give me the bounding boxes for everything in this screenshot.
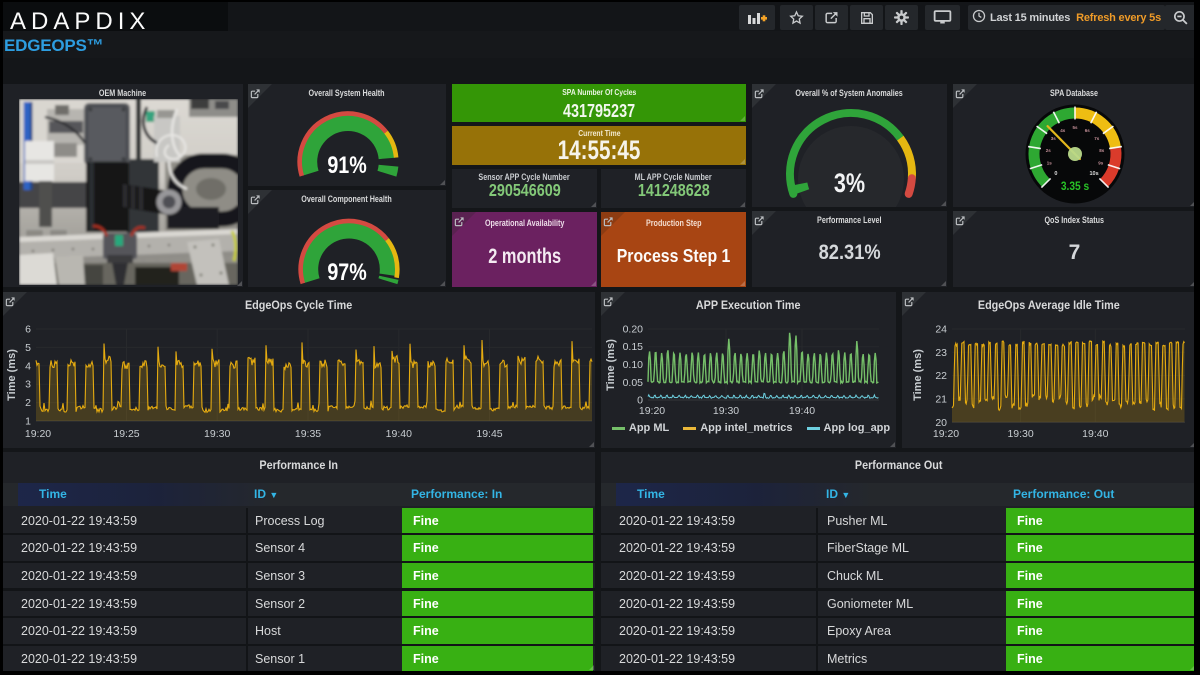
- svg-text:5: 5: [25, 342, 31, 354]
- svg-text:19:20: 19:20: [25, 428, 51, 440]
- svg-text:20: 20: [935, 417, 947, 429]
- svg-text:4: 4: [25, 360, 31, 372]
- svg-text:3s: 3s: [1051, 136, 1057, 141]
- svg-text:8s: 8s: [1099, 148, 1105, 153]
- svg-text:19:30: 19:30: [204, 428, 230, 440]
- svg-text:0.05: 0.05: [623, 377, 644, 389]
- svg-text:1s: 1s: [1047, 160, 1053, 165]
- svg-text:22: 22: [935, 370, 947, 382]
- svg-text:21: 21: [935, 393, 947, 405]
- svg-text:0.10: 0.10: [623, 359, 644, 371]
- svg-text:19:20: 19:20: [639, 405, 665, 417]
- svg-text:0.15: 0.15: [623, 341, 644, 353]
- svg-text:1: 1: [25, 416, 31, 428]
- svg-text:19:40: 19:40: [789, 405, 815, 417]
- svg-text:4s: 4s: [1060, 128, 1066, 133]
- svg-text:6s: 6s: [1085, 128, 1091, 133]
- svg-text:19:20: 19:20: [933, 428, 959, 440]
- svg-text:Time (ms): Time (ms): [6, 349, 18, 401]
- svg-text:19:40: 19:40: [1082, 428, 1108, 440]
- svg-text:19:25: 19:25: [113, 428, 139, 440]
- svg-text:2: 2: [25, 397, 31, 409]
- svg-text:19:35: 19:35: [295, 428, 321, 440]
- svg-text:6: 6: [25, 324, 31, 336]
- svg-text:19:45: 19:45: [476, 428, 502, 440]
- svg-text:5s: 5s: [1072, 125, 1078, 130]
- svg-text:19:30: 19:30: [713, 405, 739, 417]
- svg-text:Time (ms): Time (ms): [605, 339, 617, 391]
- svg-text:2s: 2s: [1046, 148, 1052, 153]
- svg-text:9s: 9s: [1098, 160, 1104, 165]
- svg-text:19:40: 19:40: [386, 428, 412, 440]
- svg-text:10s: 10s: [1090, 171, 1099, 177]
- svg-text:24: 24: [935, 324, 947, 336]
- svg-text:0: 0: [1054, 171, 1057, 177]
- svg-text:7s: 7s: [1094, 136, 1100, 141]
- svg-text:23: 23: [935, 347, 947, 359]
- svg-text:0.20: 0.20: [623, 324, 644, 336]
- svg-text:Time (ms): Time (ms): [912, 349, 924, 401]
- svg-text:3.35 s: 3.35 s: [1061, 180, 1089, 193]
- svg-text:19:30: 19:30: [1007, 428, 1033, 440]
- svg-text:3: 3: [25, 379, 31, 391]
